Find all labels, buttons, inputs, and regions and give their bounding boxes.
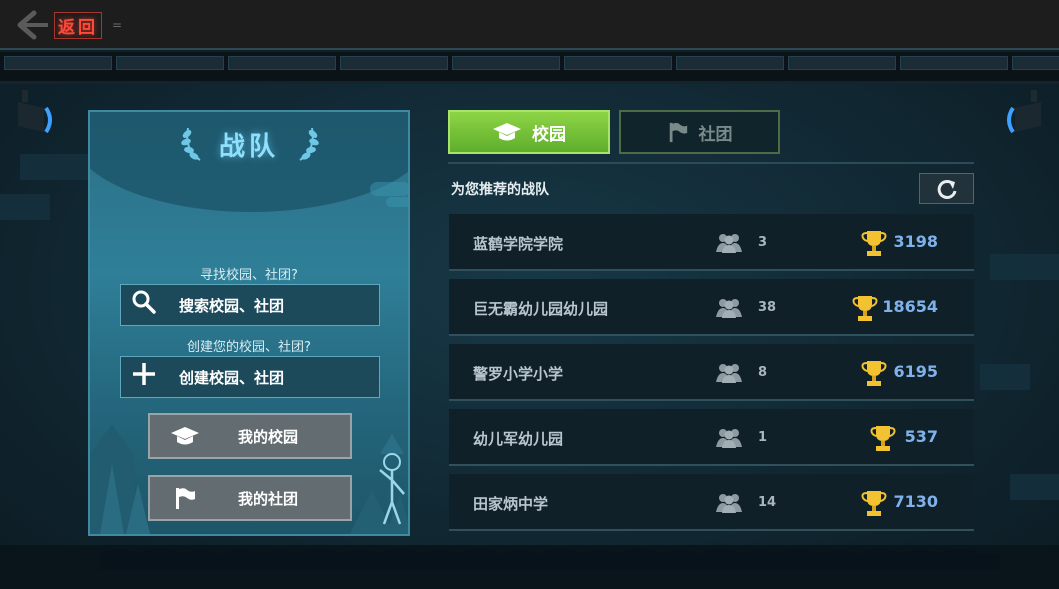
tab-club[interactable]: 社团 bbox=[619, 110, 780, 154]
team-row[interactable]: 警罗小学小学 8 6195 bbox=[449, 344, 974, 401]
graduation-cap-icon bbox=[493, 123, 521, 141]
trophy-icon bbox=[861, 491, 887, 516]
members-icon bbox=[716, 299, 742, 318]
member-count: 14 bbox=[758, 495, 777, 510]
create-campus-club-button[interactable]: 创建校园、社团 bbox=[120, 356, 380, 398]
members-icon bbox=[716, 364, 742, 383]
search-icon bbox=[121, 289, 167, 322]
trophy-icon bbox=[861, 361, 887, 386]
create-prompt: 创建您的校园、社团? bbox=[187, 340, 311, 355]
team-panel: 战队 寻找校园、社团? 搜索校园、社团 创建您的校园、社团? 创建校园、社团 我… bbox=[88, 110, 410, 536]
tab-campus-label: 校园 bbox=[532, 124, 566, 145]
members-icon bbox=[716, 429, 742, 448]
team-name: 幼儿军幼儿园 bbox=[473, 430, 564, 448]
tab-club-label: 社团 bbox=[698, 124, 733, 145]
team-score: 7130 bbox=[893, 492, 938, 511]
trophy-icon bbox=[861, 231, 887, 256]
members-icon bbox=[716, 234, 742, 253]
trophy-icon bbox=[852, 296, 878, 321]
team-name: 巨无霸幼儿园幼儿园 bbox=[473, 300, 609, 318]
my-campus-button[interactable]: 我的校园 bbox=[148, 413, 352, 459]
search-campus-club-button[interactable]: 搜索校园、社团 bbox=[120, 284, 380, 326]
team-list: 蓝鹤学院学院 3 3198 巨无霸幼儿园幼儿园 38 18654 警罗小学小学 … bbox=[449, 214, 974, 539]
team-score: 537 bbox=[904, 427, 938, 446]
my-club-label: 我的社团 bbox=[238, 489, 299, 508]
member-count: 8 bbox=[758, 365, 768, 380]
panel-title: 战队 bbox=[218, 132, 279, 162]
team-row[interactable]: 幼儿军幼儿园 1 537 bbox=[449, 409, 974, 466]
member-count: 1 bbox=[758, 430, 768, 445]
create-button-label: 创建校园、社团 bbox=[179, 368, 285, 387]
top-bar: 返回 = bbox=[0, 0, 1059, 50]
back-mark: = bbox=[112, 18, 123, 32]
search-button-label: 搜索校园、社团 bbox=[179, 296, 285, 315]
back-button[interactable]: 返回 = bbox=[14, 8, 124, 42]
my-campus-label: 我的校园 bbox=[238, 427, 299, 446]
back-arrow-icon bbox=[17, 10, 48, 40]
trophy-icon bbox=[870, 426, 896, 451]
graduation-cap-icon bbox=[150, 425, 220, 447]
team-row[interactable]: 蓝鹤学院学院 3 3198 bbox=[449, 214, 974, 271]
team-score: 18654 bbox=[882, 297, 938, 316]
member-count: 3 bbox=[758, 235, 768, 250]
refresh-icon bbox=[937, 179, 956, 199]
team-name: 田家炳中学 bbox=[473, 495, 549, 513]
flag-icon bbox=[669, 122, 687, 143]
team-row[interactable]: 巨无霸幼儿园幼儿园 38 18654 bbox=[449, 279, 974, 336]
tab-campus[interactable]: 校园 bbox=[448, 110, 610, 154]
team-row[interactable]: 田家炳中学 14 7130 bbox=[449, 474, 974, 531]
spotlight-right-icon bbox=[1007, 90, 1041, 134]
members-icon bbox=[716, 494, 742, 513]
team-name: 蓝鹤学院学院 bbox=[473, 235, 564, 253]
laurel-right-icon bbox=[299, 127, 319, 161]
my-club-button[interactable]: 我的社团 bbox=[148, 475, 352, 521]
find-prompt: 寻找校园、社团? bbox=[200, 268, 298, 283]
member-count: 38 bbox=[758, 300, 777, 315]
spotlight-left-icon bbox=[18, 90, 52, 134]
stage-truss bbox=[0, 52, 1059, 84]
team-score: 3198 bbox=[893, 232, 938, 251]
team-name: 警罗小学小学 bbox=[473, 365, 564, 383]
tab-divider bbox=[448, 162, 974, 164]
back-label: 返回 bbox=[54, 11, 102, 39]
team-score: 6195 bbox=[893, 362, 938, 381]
crowd-silhouette bbox=[100, 548, 1000, 570]
recommended-teams-title: 为您推荐的战队 bbox=[451, 182, 549, 198]
flag-icon bbox=[150, 486, 220, 510]
refresh-button[interactable] bbox=[919, 173, 974, 204]
plus-icon bbox=[121, 361, 167, 394]
